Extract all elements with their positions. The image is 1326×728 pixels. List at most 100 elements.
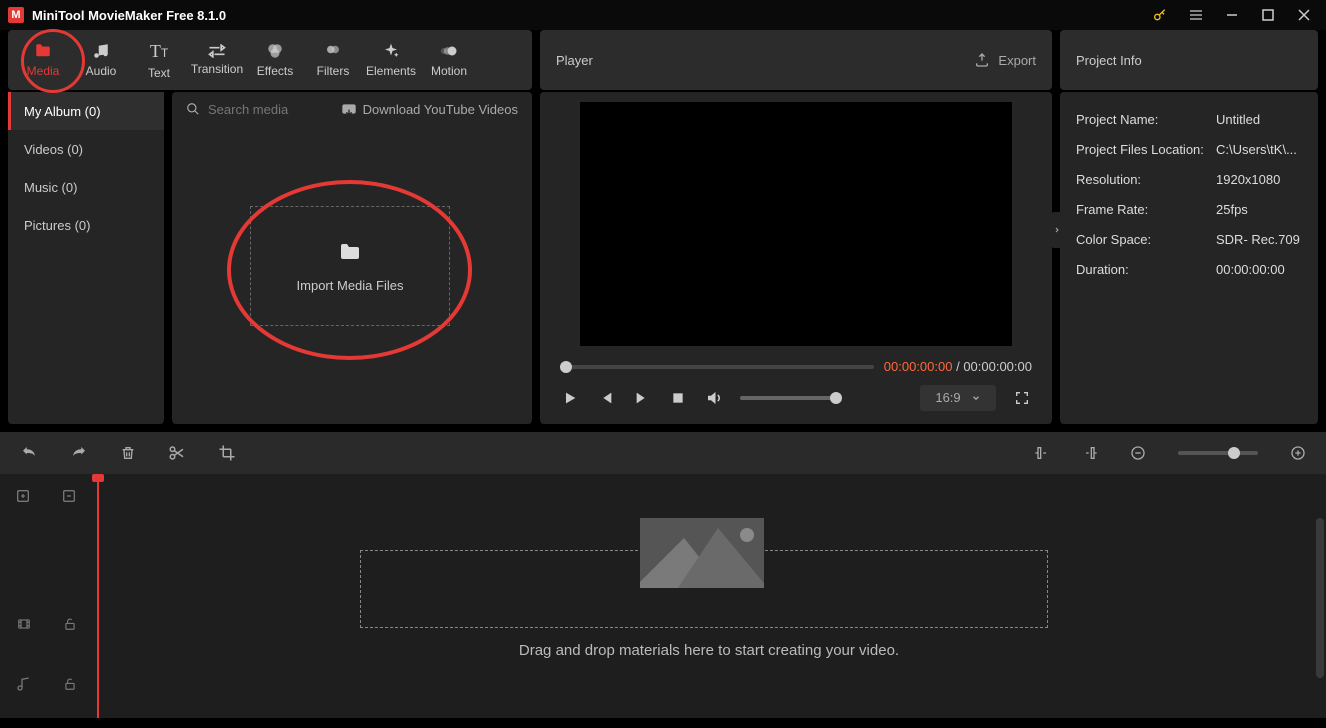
download-label: Download YouTube Videos xyxy=(363,102,518,117)
add-track-button[interactable] xyxy=(15,488,31,504)
stop-button[interactable] xyxy=(668,391,688,405)
scrub-bar[interactable] xyxy=(560,365,874,369)
maximize-button[interactable] xyxy=(1254,1,1282,29)
video-track-icon xyxy=(16,617,32,631)
remove-track-button[interactable] xyxy=(61,488,77,504)
sidebar-item-videos[interactable]: Videos (0) xyxy=(8,130,164,168)
chevron-down-icon xyxy=(971,393,981,403)
prev-frame-button[interactable] xyxy=(596,390,616,406)
sidebar-item-music[interactable]: Music (0) xyxy=(8,168,164,206)
next-frame-button[interactable] xyxy=(632,390,652,406)
search-media[interactable] xyxy=(186,102,333,117)
sidebar-item-pictures[interactable]: Pictures (0) xyxy=(8,206,164,244)
export-icon xyxy=(974,52,990,68)
marker-b-button[interactable] xyxy=(1082,445,1098,461)
volume-slider[interactable] xyxy=(740,396,840,400)
marker-a-button[interactable] xyxy=(1034,445,1050,461)
lock-audio-track[interactable] xyxy=(63,676,77,692)
search-icon xyxy=(186,102,200,116)
player-title: Player xyxy=(556,53,593,68)
timeline: Drag and drop materials here to start cr… xyxy=(0,474,1326,718)
timeline-toolbar xyxy=(0,432,1326,474)
folder-icon xyxy=(336,240,364,264)
app-title: MiniTool MovieMaker Free 8.1.0 xyxy=(32,8,1138,23)
search-input[interactable] xyxy=(208,102,328,117)
projectinfo-header: Project Info xyxy=(1060,30,1318,90)
redo-button[interactable] xyxy=(70,444,88,462)
lbl-colorspace: Color Space: xyxy=(1076,232,1216,247)
aspect-ratio-select[interactable]: 16:9 xyxy=(920,385,996,411)
zoom-in-button[interactable] xyxy=(1290,445,1306,461)
lock-video-track[interactable] xyxy=(63,616,77,632)
key-icon[interactable] xyxy=(1146,1,1174,29)
lbl-framerate: Frame Rate: xyxy=(1076,202,1216,217)
play-button[interactable] xyxy=(560,390,580,406)
tab-elements[interactable]: Elements xyxy=(362,30,420,90)
audio-track-icon xyxy=(16,676,32,692)
tab-label: Transition xyxy=(191,62,243,76)
split-button[interactable] xyxy=(168,444,186,462)
export-button[interactable]: Export xyxy=(974,52,1036,68)
tab-label: Motion xyxy=(431,64,467,78)
transition-icon xyxy=(207,44,227,58)
folder-icon xyxy=(33,42,53,60)
sparkle-icon xyxy=(382,42,400,60)
media-pane: Download YouTube Videos Import Media Fil… xyxy=(172,92,532,424)
download-youtube-button[interactable]: Download YouTube Videos xyxy=(341,102,518,117)
placeholder-thumbnail xyxy=(640,518,764,588)
volume-button[interactable] xyxy=(704,389,724,407)
sidebar-item-myalbum[interactable]: My Album (0) xyxy=(8,92,164,130)
val-resolution: 1920x1080 xyxy=(1216,172,1280,187)
projectinfo-title: Project Info xyxy=(1076,53,1142,68)
delete-button[interactable] xyxy=(120,444,136,462)
lbl-project-location: Project Files Location: xyxy=(1076,142,1216,157)
titlebar: M MiniTool MovieMaker Free 8.1.0 xyxy=(0,0,1326,30)
tab-filters[interactable]: Filters xyxy=(304,30,362,90)
zoom-handle[interactable] xyxy=(1228,447,1240,459)
tab-transition[interactable]: Transition xyxy=(188,30,246,90)
tab-label: Media xyxy=(27,64,60,78)
close-button[interactable] xyxy=(1290,1,1318,29)
timeline-hint: Drag and drop materials here to start cr… xyxy=(92,642,1326,659)
val-project-name: Untitled xyxy=(1216,112,1260,127)
tab-text[interactable]: TT Text xyxy=(130,30,188,90)
lbl-duration: Duration: xyxy=(1076,262,1216,277)
tab-label: Text xyxy=(148,66,170,80)
tab-label: Effects xyxy=(257,64,293,78)
tab-label: Filters xyxy=(317,64,350,78)
tab-audio[interactable]: Audio xyxy=(72,30,130,90)
minimize-button[interactable] xyxy=(1218,1,1246,29)
app-logo: M xyxy=(8,7,24,23)
tab-motion[interactable]: Motion xyxy=(420,30,478,90)
playhead[interactable] xyxy=(97,474,99,718)
undo-button[interactable] xyxy=(20,444,38,462)
collapse-projectinfo-button[interactable] xyxy=(1052,212,1062,248)
export-label: Export xyxy=(998,53,1036,68)
tab-effects[interactable]: Effects xyxy=(246,30,304,90)
text-icon: TT xyxy=(150,41,168,62)
timecode: 00:00:00:00 / 00:00:00:00 xyxy=(884,359,1032,374)
timeline-scrollbar[interactable] xyxy=(1316,518,1324,678)
import-label: Import Media Files xyxy=(297,278,404,293)
effects-icon xyxy=(266,42,284,60)
scrub-handle[interactable] xyxy=(560,361,572,373)
project-info-pane: Project Name:Untitled Project Files Loca… xyxy=(1060,92,1318,424)
val-project-location: C:\Users\tK\... xyxy=(1216,142,1297,157)
tab-label: Audio xyxy=(86,64,117,78)
import-media-button[interactable]: Import Media Files xyxy=(250,206,450,326)
filters-icon xyxy=(324,42,342,60)
lbl-project-name: Project Name: xyxy=(1076,112,1216,127)
val-duration: 00:00:00:00 xyxy=(1216,262,1285,277)
lbl-resolution: Resolution: xyxy=(1076,172,1216,187)
timeline-canvas[interactable]: Drag and drop materials here to start cr… xyxy=(92,474,1326,718)
player-pane: 00:00:00:00 / 00:00:00:00 16:9 xyxy=(540,92,1052,424)
zoom-slider[interactable] xyxy=(1178,451,1258,455)
main-toolbar: Media Audio TT Text Transition Effects F… xyxy=(8,30,532,90)
menu-icon[interactable] xyxy=(1182,1,1210,29)
tab-media[interactable]: Media xyxy=(14,30,72,90)
volume-handle[interactable] xyxy=(830,392,842,404)
fullscreen-button[interactable] xyxy=(1012,390,1032,406)
crop-button[interactable] xyxy=(218,444,236,462)
video-preview xyxy=(580,102,1012,346)
zoom-out-button[interactable] xyxy=(1130,445,1146,461)
